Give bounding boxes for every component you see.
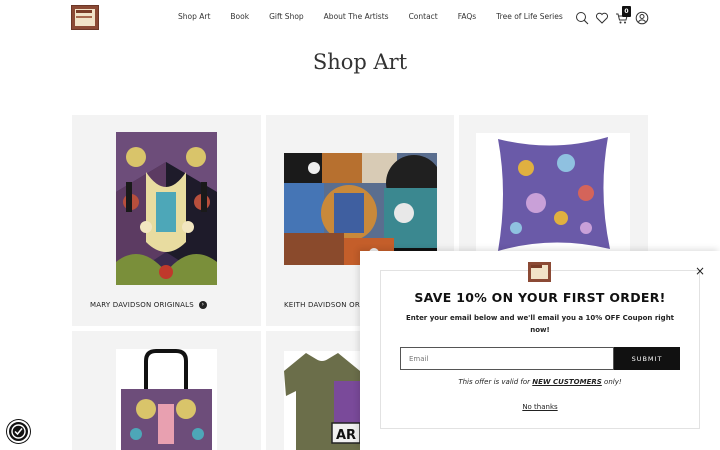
tote-bag-image [116, 349, 217, 450]
site-logo[interactable] [71, 5, 99, 30]
category-card-mary[interactable]: MARY DAVIDSON ORIGINALS › [72, 115, 261, 326]
category-card-tote[interactable] [72, 331, 261, 450]
card-label-keith[interactable]: KEITH DAVIDSON ORIG [284, 301, 368, 309]
nav-shop-art[interactable]: Shop Art [178, 12, 210, 21]
email-input[interactable] [400, 347, 614, 370]
popup-heading: SAVE 10% ON YOUR FIRST ORDER! [414, 290, 666, 305]
card-label-text: MARY DAVIDSON ORIGINALS [90, 301, 194, 309]
cart-count-badge: 0 [622, 6, 631, 17]
email-signup-popup: × SAVE 10% ON YOUR FIRST ORDER! Enter yo… [360, 251, 720, 450]
tshirt-image: AR [284, 351, 360, 450]
offer-emphasis: NEW CUSTOMERS [532, 378, 602, 386]
mary-davidson-artwork [116, 132, 217, 285]
card-label-mary[interactable]: MARY DAVIDSON ORIGINALS › [90, 301, 207, 309]
nav-contact[interactable]: Contact [409, 12, 438, 21]
main-nav: Shop Art Book Gift Shop About The Artist… [178, 12, 583, 21]
keith-davidson-artwork [284, 153, 437, 265]
accessibility-widget-button[interactable] [7, 420, 30, 443]
offer-text: This offer is valid for NEW CUSTOMERS on… [360, 378, 720, 386]
nav-faqs[interactable]: FAQs [458, 12, 476, 21]
popup-subtext: Enter your email below and we'll email y… [405, 314, 675, 334]
offer-prefix: This offer is valid for [458, 378, 533, 386]
cart-icon[interactable]: 0 [615, 6, 631, 24]
svg-text:AR: AR [336, 428, 356, 443]
accessibility-icon [11, 424, 26, 439]
no-thanks-link[interactable]: No thanks [360, 403, 720, 411]
pillow-product-image [476, 133, 630, 253]
nav-book[interactable]: Book [230, 12, 249, 21]
site-header: Shop Art Book Gift Shop About The Artist… [0, 0, 720, 36]
card-label-text: KEITH DAVIDSON ORIG [284, 301, 368, 309]
offer-suffix: only! [601, 378, 622, 386]
submit-button[interactable]: SUBMIT [614, 347, 680, 370]
popup-logo [528, 262, 551, 282]
header-icons: 0 [575, 6, 655, 25]
close-icon[interactable]: × [695, 265, 705, 277]
heart-icon[interactable] [595, 10, 609, 24]
chevron-right-icon: › [198, 301, 207, 309]
search-icon[interactable] [575, 10, 589, 25]
page-title: Shop Art [312, 50, 408, 74]
account-icon[interactable] [635, 10, 649, 25]
nav-tree-of-life[interactable]: Tree of Life Series [496, 12, 563, 21]
nav-about-artists[interactable]: About The Artists [324, 12, 389, 21]
nav-gift-shop[interactable]: Gift Shop [269, 12, 304, 21]
